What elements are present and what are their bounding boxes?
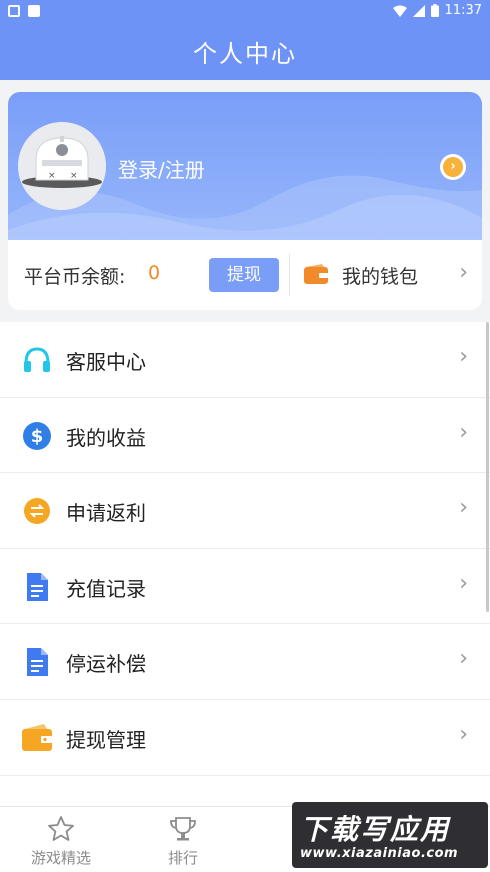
my-wallet-link[interactable]: 我的钱包	[342, 262, 418, 289]
chevron-right-icon: ›	[459, 570, 468, 596]
avatar[interactable]: × ×	[18, 122, 106, 210]
chevron-right-icon: ›	[459, 646, 468, 672]
menu-item-earnings[interactable]: $ 我的收益 ›	[0, 398, 490, 474]
balance-value: 0	[148, 262, 161, 284]
wifi-icon	[392, 5, 407, 17]
dollar-icon: $	[23, 421, 51, 450]
balance-label: 平台币余额:	[24, 266, 126, 288]
menu-item-label: 客服中心	[66, 350, 146, 374]
chevron-right-icon: ›	[443, 157, 463, 177]
watermark-url: www.xiazainiao.com	[300, 846, 459, 861]
menu-item-label: 申请返利	[66, 501, 146, 526]
menu-list: 客服中心 › $ 我的收益 › 申请返利 › 充值记录 › 停运补偿 › 提现管…	[0, 322, 490, 806]
exchange-icon	[24, 498, 50, 525]
document-icon	[27, 572, 48, 601]
watermark-title: 下载写应用	[300, 813, 451, 846]
profile-banner[interactable]: × × 登录/注册 ›	[8, 92, 482, 240]
headset-icon	[24, 347, 50, 372]
page-title: 个人中心	[193, 40, 297, 68]
nav-tab-label: 排行	[167, 849, 198, 867]
menu-item-label: 充值记录	[66, 576, 146, 601]
trophy-icon	[170, 817, 196, 841]
svg-text:×: ×	[70, 171, 78, 181]
chevron-right-icon: ›	[459, 344, 468, 369]
partial-menu-icon	[22, 799, 52, 806]
menu-item-rebate[interactable]: 申请返利 ›	[0, 473, 490, 549]
notification-icon	[8, 5, 20, 17]
scrollbar[interactable]	[486, 322, 489, 612]
nav-tab-ranking[interactable]: 排行	[122, 807, 244, 872]
robot-avatar-icon: × ×	[18, 122, 106, 210]
chevron-right-icon: ›	[459, 495, 468, 521]
profile-arrow-button[interactable]: ›	[440, 154, 466, 180]
nav-tab-label: 游戏精选	[30, 849, 91, 867]
menu-item-label: 我的收益	[66, 425, 146, 450]
profile-card: × × 登录/注册 › 平台币余额: 0 提现 我的钱包 ›	[8, 92, 482, 310]
document-icon	[27, 648, 48, 677]
signal-icon	[412, 4, 425, 17]
nav-tab-games[interactable]: 游戏精选	[0, 807, 122, 872]
menu-item-label: 提现管理	[66, 727, 146, 752]
app-notification-icon	[28, 5, 40, 17]
battery-icon	[430, 4, 439, 17]
title-bar: 个人中心	[0, 24, 490, 80]
withdraw-button[interactable]: 提现	[209, 258, 279, 292]
watermark: 下载写应用 www.xiazainiao.com	[292, 802, 488, 868]
menu-item-customer-service[interactable]: 客服中心 ›	[0, 322, 490, 398]
svg-text:$: $	[31, 426, 44, 447]
status-bar: 11:37	[0, 0, 490, 24]
wallet-icon	[304, 264, 328, 284]
svg-text:×: ×	[48, 171, 56, 181]
menu-item-label: 停运补偿	[66, 652, 146, 677]
menu-item-compensation[interactable]: 停运补偿 ›	[0, 624, 490, 700]
wallet-icon	[22, 723, 52, 751]
chevron-right-icon: ›	[459, 721, 468, 747]
login-register-link[interactable]: 登录/注册	[118, 154, 205, 183]
menu-item-withdraw-management[interactable]: 提现管理 ›	[0, 700, 490, 776]
clock: 11:37	[444, 3, 482, 18]
divider	[289, 254, 290, 296]
star-icon	[48, 816, 74, 841]
menu-item-recharge-records[interactable]: 充值记录 ›	[0, 549, 490, 625]
chevron-right-icon: ›	[459, 419, 468, 445]
chevron-right-icon: ›	[459, 260, 468, 285]
balance-row: 平台币余额: 0 提现 我的钱包 ›	[8, 240, 482, 310]
